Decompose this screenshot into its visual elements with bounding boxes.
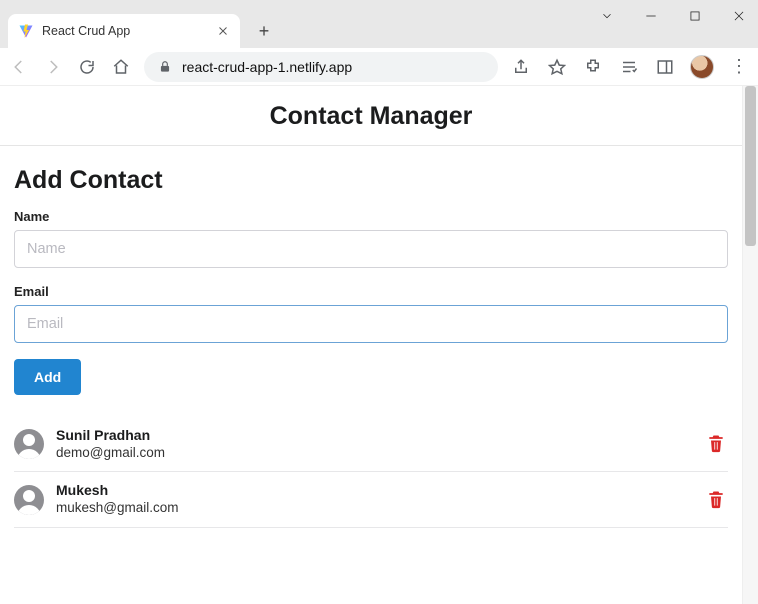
contact-email: demo@gmail.com [56, 445, 694, 462]
contact-name: Sunil Pradhan [56, 427, 694, 445]
section-title: Add Contact [14, 166, 728, 195]
maximize-icon[interactable] [688, 9, 702, 23]
forward-button[interactable] [42, 56, 64, 78]
caret-down-icon[interactable] [600, 9, 614, 23]
reading-list-icon[interactable] [618, 56, 640, 78]
new-tab-button[interactable]: + [250, 17, 278, 45]
window-controls [600, 9, 746, 23]
contact-email: mukesh@gmail.com [56, 500, 694, 517]
share-icon[interactable] [510, 56, 532, 78]
contact-name: Mukesh [56, 482, 694, 500]
add-button[interactable]: Add [14, 359, 81, 395]
tab-title: React Crud App [42, 24, 208, 38]
home-button[interactable] [110, 56, 132, 78]
name-label: Name [14, 209, 728, 224]
minimize-icon[interactable] [644, 9, 658, 23]
main-container: Add Contact Name Email Add Sunil Pradhan… [0, 146, 742, 528]
list-item: Mukesh mukesh@gmail.com [14, 472, 728, 527]
name-input[interactable] [14, 230, 728, 268]
email-input[interactable] [14, 305, 728, 343]
scroll-thumb[interactable] [745, 86, 756, 246]
avatar-placeholder-icon [14, 429, 44, 459]
trash-icon [706, 433, 726, 453]
list-item: Sunil Pradhan demo@gmail.com [14, 417, 728, 472]
name-field: Name [14, 209, 728, 268]
email-label: Email [14, 284, 728, 299]
toolbar-right-icons: ⋮ [510, 55, 750, 79]
contact-info: Mukesh mukesh@gmail.com [56, 482, 694, 516]
vite-favicon-icon [18, 23, 34, 39]
avatar-placeholder-icon [14, 485, 44, 515]
page-title: Contact Manager [0, 102, 742, 131]
kebab-menu-icon[interactable]: ⋮ [728, 56, 750, 78]
delete-button[interactable] [706, 433, 728, 455]
close-window-icon[interactable] [732, 9, 746, 23]
star-icon[interactable] [546, 56, 568, 78]
extensions-icon[interactable] [582, 56, 604, 78]
browser-toolbar: react-crud-app-1.netlify.app ⋮ [0, 48, 758, 86]
profile-avatar[interactable] [690, 55, 714, 79]
lock-icon [158, 60, 172, 74]
url-text: react-crud-app-1.netlify.app [182, 59, 484, 75]
tab-close-icon[interactable] [216, 24, 230, 38]
reload-button[interactable] [76, 56, 98, 78]
page-header: Contact Manager [0, 86, 742, 146]
delete-button[interactable] [706, 489, 728, 511]
scrollbar[interactable] [742, 86, 758, 604]
trash-icon [706, 489, 726, 509]
contact-list: Sunil Pradhan demo@gmail.com Mukesh muke… [14, 417, 728, 528]
browser-tab[interactable]: React Crud App [8, 14, 240, 48]
browser-chrome: React Crud App + react-crud-app-1.netlif… [0, 0, 758, 86]
contact-info: Sunil Pradhan demo@gmail.com [56, 427, 694, 461]
page-viewport: Contact Manager Add Contact Name Email A… [0, 86, 742, 604]
side-panel-icon[interactable] [654, 56, 676, 78]
email-field: Email [14, 284, 728, 343]
address-bar[interactable]: react-crud-app-1.netlify.app [144, 52, 498, 82]
back-button[interactable] [8, 56, 30, 78]
